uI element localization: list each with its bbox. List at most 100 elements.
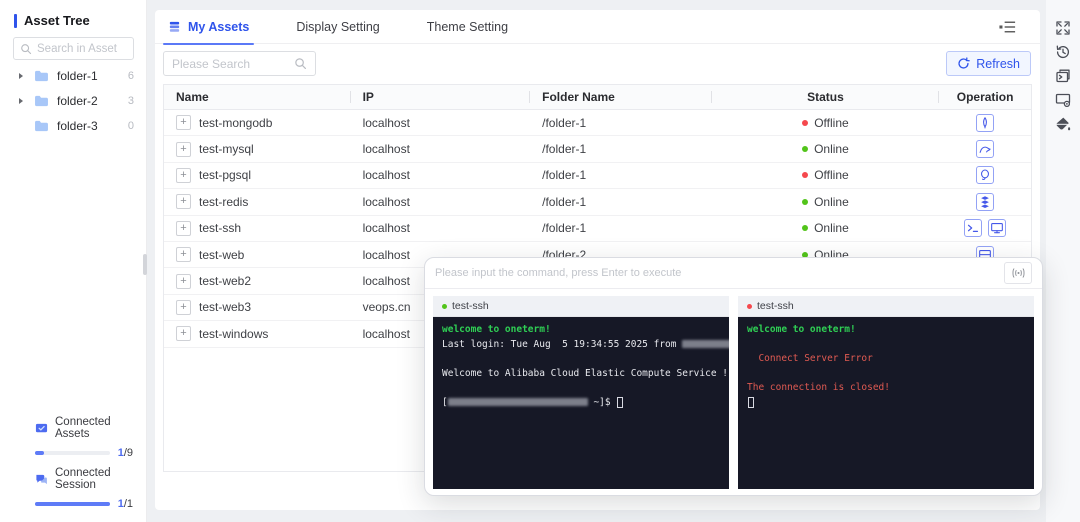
tab-display-setting[interactable]: Display Setting [296,10,379,44]
sidebar-header: Asset Tree [14,13,90,28]
row-expand-icon[interactable]: + [176,247,191,262]
refresh-button[interactable]: Refresh [946,51,1031,76]
tab-label: Display Setting [296,20,379,34]
asset-folder: /folder-1 [530,116,712,130]
table-row[interactable]: +test-pgsqllocalhost/folder-1Offline [164,163,1031,189]
row-expand-icon[interactable]: + [176,221,191,236]
tree-item-folder-2[interactable]: folder-2 3 [0,88,146,113]
sidebar-title: Asset Tree [24,13,90,28]
folder-count-badge: 3 [128,95,136,107]
connection-status-dot [442,304,447,309]
asset-ip: localhost [351,195,531,209]
terminal-cursor [617,397,623,408]
asset-folder: /folder-1 [530,168,712,182]
terminal-tab[interactable]: test-ssh [442,300,489,312]
table-row[interactable]: +test-mysqllocalhost/folder-1Online [164,136,1031,162]
command-bar [425,258,1042,289]
tab-bar: My Assets Display Setting Theme Setting [155,10,1040,44]
table-search-input[interactable] [172,57,288,71]
terminal-pane: test-ssh welcome to oneterm!Last login: T… [433,296,729,489]
tab-theme-setting[interactable]: Theme Setting [427,10,508,44]
op-remote-desktop-icon[interactable] [988,219,1006,237]
session-progress-bar [35,502,110,506]
search-icon [20,43,32,55]
display-settings-icon[interactable] [1054,91,1072,109]
asset-ip: localhost [351,116,531,130]
table-row[interactable]: +test-redislocalhost/folder-1Online [164,189,1031,215]
asset-status: Offline [712,116,939,130]
folder-count-badge: 6 [128,70,136,82]
column-header-status: Status [712,85,939,109]
fullscreen-icon[interactable] [1054,19,1072,37]
asset-status: Online [712,195,939,209]
redacted-text [448,398,588,406]
terminal-panes: test-ssh welcome to oneterm!Last login: T… [433,296,1034,489]
op-ssh-terminal-icon[interactable] [964,219,982,237]
command-input[interactable] [435,267,996,279]
terminal-tab[interactable]: test-ssh [747,300,794,312]
folder-icon [34,120,49,132]
assets-progress-value: 1/9 [118,447,133,459]
broadcast-icon [1011,267,1026,279]
refresh-label: Refresh [976,57,1020,71]
terminal-screen[interactable]: welcome to oneterm! Connect Server Error… [738,317,1034,489]
folder-count-badge: 0 [128,120,136,132]
expand-caret-icon[interactable] [19,98,23,104]
row-expand-icon[interactable]: + [176,274,191,289]
status-dot-icon [802,199,808,205]
column-header-ip: IP [351,85,531,109]
asset-status: Offline [712,168,939,182]
right-toolbar [1046,0,1080,522]
table-search-box [163,51,316,76]
connected-session-row: Connected Session [35,467,133,491]
history-icon[interactable] [1054,43,1072,61]
multi-window-icon[interactable] [1054,67,1072,85]
tree-item-folder-3[interactable]: folder-3 0 [0,113,146,138]
asset-search-input[interactable] [37,43,127,55]
session-progress-row: 1/1 [35,498,133,510]
title-accent-bar [14,14,17,28]
folder-label: folder-3 [57,119,128,133]
asset-search-box [13,37,134,60]
status-dot-icon [802,146,808,152]
tree-item-folder-1[interactable]: folder-1 6 [0,63,146,88]
row-expand-icon[interactable]: + [176,194,191,209]
terminal-screen[interactable]: welcome to oneterm!Last login: Tue Aug 5… [433,317,729,489]
table-row[interactable]: + test-mongodb localhost/folder-1Offline [164,110,1031,136]
row-expand-icon[interactable]: + [176,300,191,315]
op-mysql-icon[interactable] [976,140,994,158]
asset-name: test-windows [199,327,268,341]
row-expand-icon[interactable]: + [176,115,191,130]
table-row[interactable]: +test-sshlocalhost/folder-1Online [164,216,1031,242]
sidebar-resize-handle[interactable] [143,254,147,275]
asset-ip: localhost [351,142,531,156]
connection-status-dot [747,304,752,309]
broadcast-toggle[interactable] [1004,262,1032,284]
asset-folder: /folder-1 [530,142,712,156]
expand-caret-icon[interactable] [19,73,23,79]
row-expand-icon[interactable]: + [176,326,191,341]
tab-my-assets[interactable]: My Assets [168,10,249,44]
asset-name: test-pgsql [199,168,251,182]
op-redis-icon[interactable] [976,193,994,211]
assets-progress-row: 1/9 [35,447,133,459]
asset-status: Online [712,221,939,235]
asset-name: test-mysql [199,142,254,156]
connected-assets-row: Connected Assets [35,416,133,440]
asset-operations [939,219,1031,237]
op-pgsql-icon[interactable] [976,166,994,184]
theme-paint-icon[interactable] [1054,115,1072,133]
row-expand-icon[interactable]: + [176,168,191,183]
op-mongodb-icon[interactable] [976,114,994,132]
asset-folder: /folder-1 [530,195,712,209]
asset-operations [939,140,1031,158]
tab-label: My Assets [188,20,249,34]
terminal-tabbar: test-ssh [738,296,1034,317]
asset-operations [939,114,1031,132]
refresh-icon [957,57,970,70]
columns-setting-icon[interactable] [998,20,1017,34]
asset-name: test-mongodb [199,116,272,130]
connected-session-icon [35,473,48,486]
row-expand-icon[interactable]: + [176,142,191,157]
asset-name: test-web2 [199,274,251,288]
